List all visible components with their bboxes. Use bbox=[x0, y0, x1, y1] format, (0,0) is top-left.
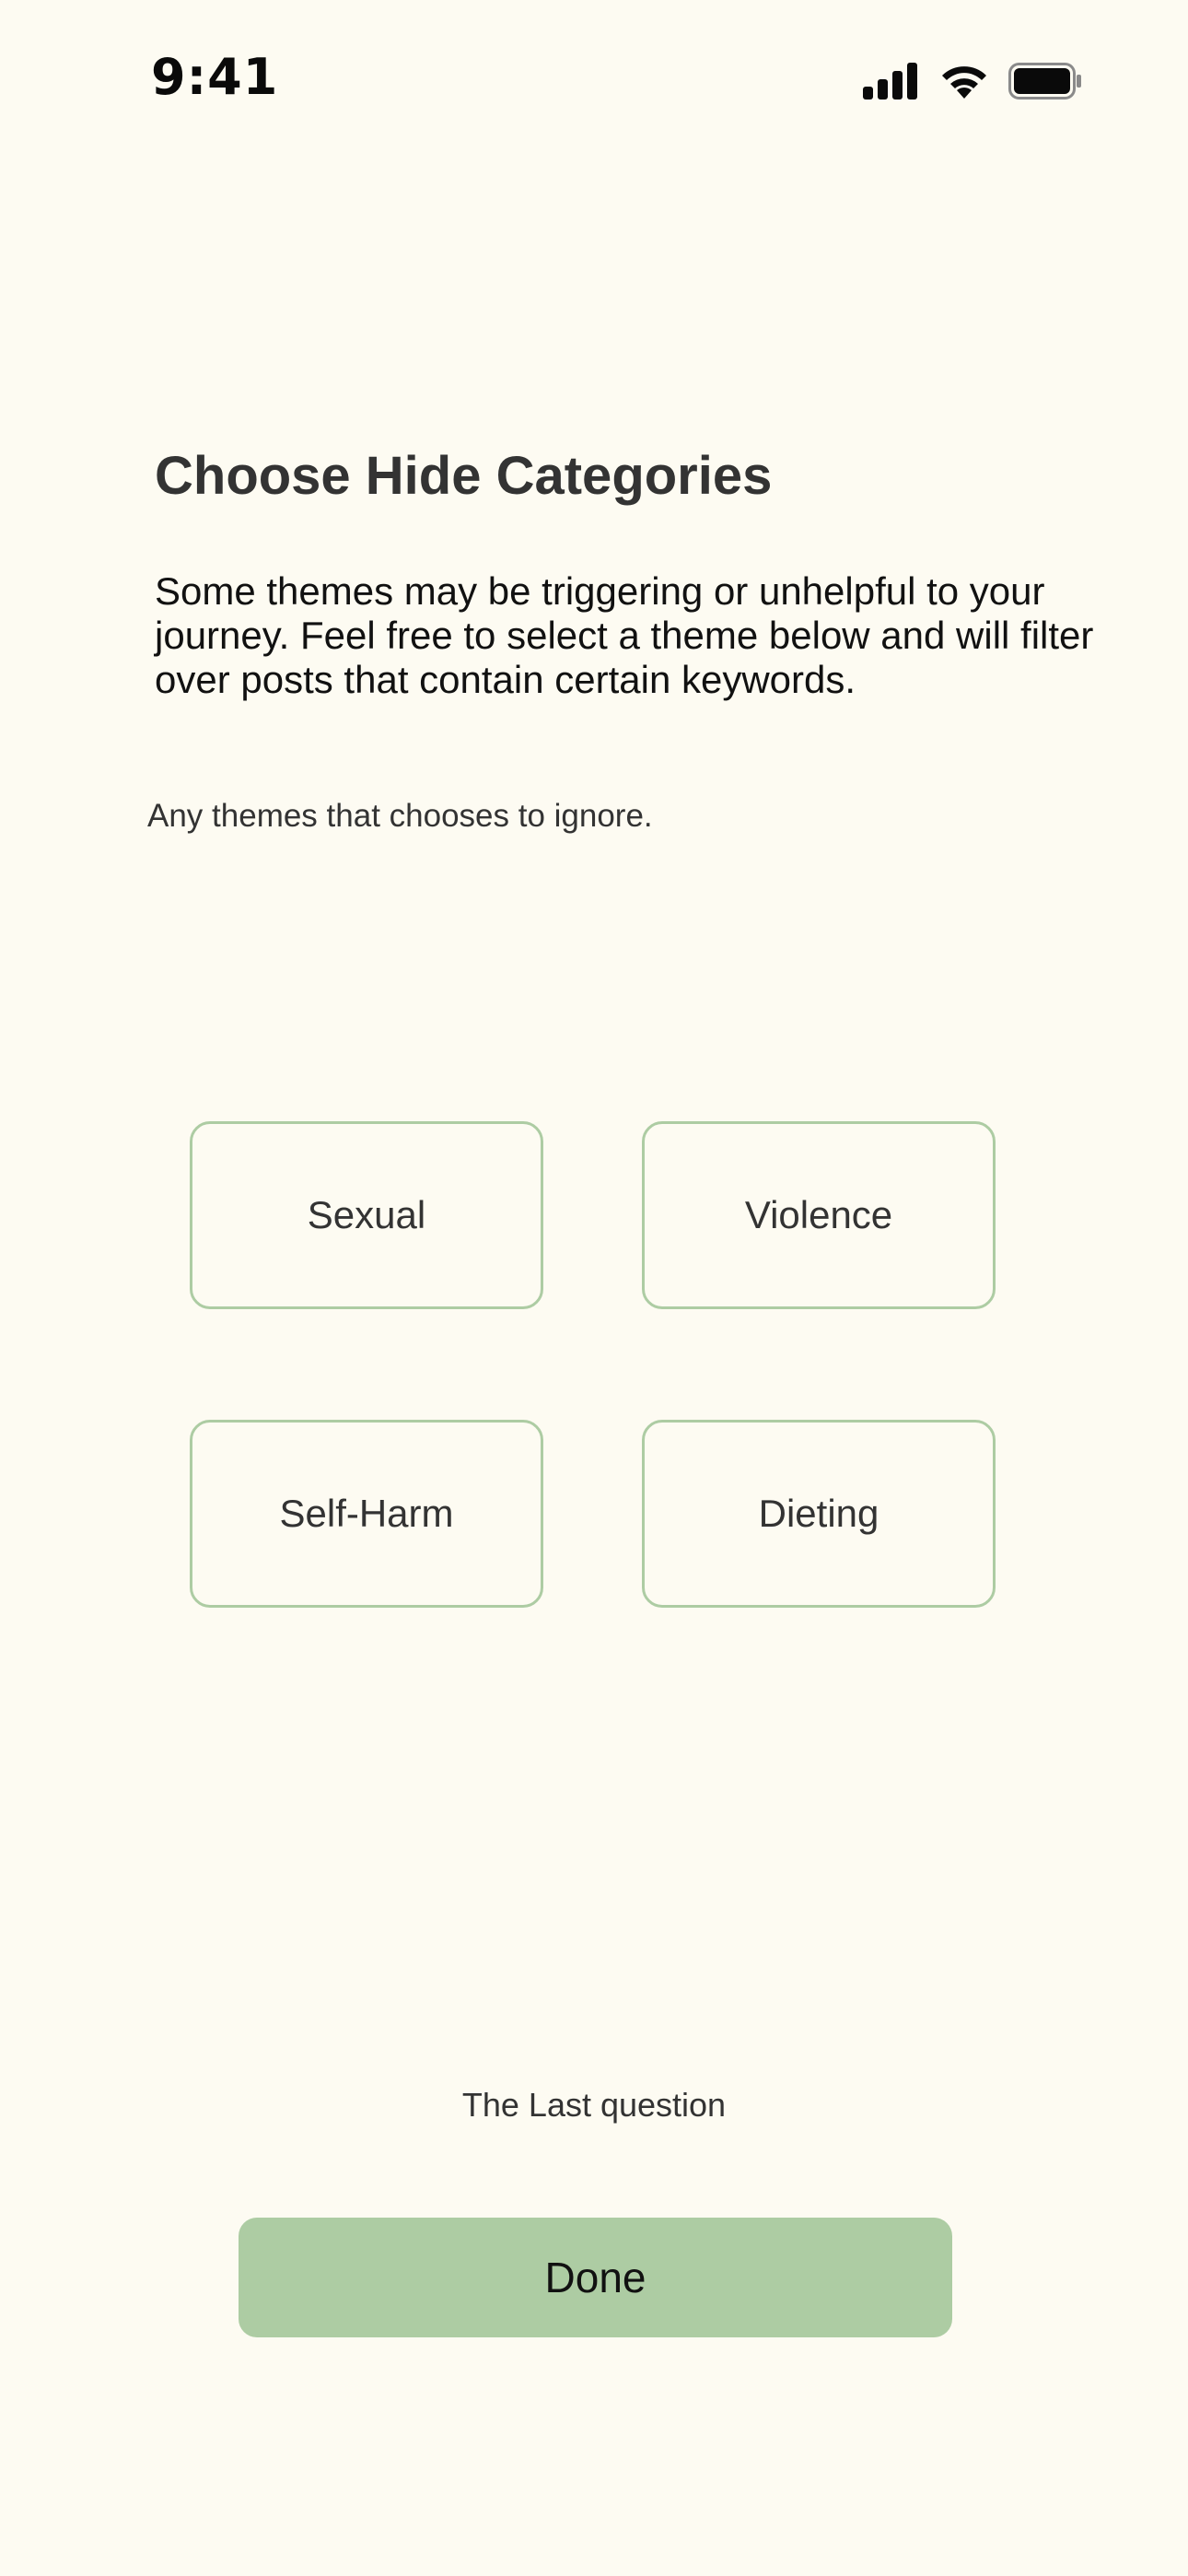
hint-text: Any themes that chooses to ignore. bbox=[147, 798, 653, 834]
category-option-dieting[interactable]: Dieting bbox=[642, 1420, 996, 1608]
category-option-label: Violence bbox=[744, 1193, 893, 1236]
category-option-label: Dieting bbox=[758, 1492, 879, 1535]
battery-icon bbox=[1008, 63, 1082, 100]
category-option-sexual[interactable]: Sexual bbox=[190, 1121, 543, 1309]
wifi-icon bbox=[938, 62, 990, 100]
category-option-self-harm[interactable]: Self-Harm bbox=[190, 1420, 543, 1608]
done-button-label: Done bbox=[544, 2254, 646, 2301]
category-option-violence[interactable]: Violence bbox=[642, 1121, 996, 1309]
done-button[interactable]: Done bbox=[239, 2218, 952, 2337]
page-description: Some themes may be triggering or unhelpf… bbox=[155, 569, 1094, 701]
category-option-label: Self-Harm bbox=[279, 1492, 454, 1535]
category-option-label: Sexual bbox=[307, 1193, 426, 1236]
page-title: Choose Hide Categories bbox=[155, 446, 773, 506]
status-icons bbox=[863, 61, 1082, 101]
progress-label: The Last question bbox=[461, 2086, 727, 2124]
status-time: 9:41 bbox=[151, 48, 279, 106]
status-bar: 9:41 bbox=[0, 0, 1188, 161]
cellular-signal-icon bbox=[863, 63, 920, 100]
